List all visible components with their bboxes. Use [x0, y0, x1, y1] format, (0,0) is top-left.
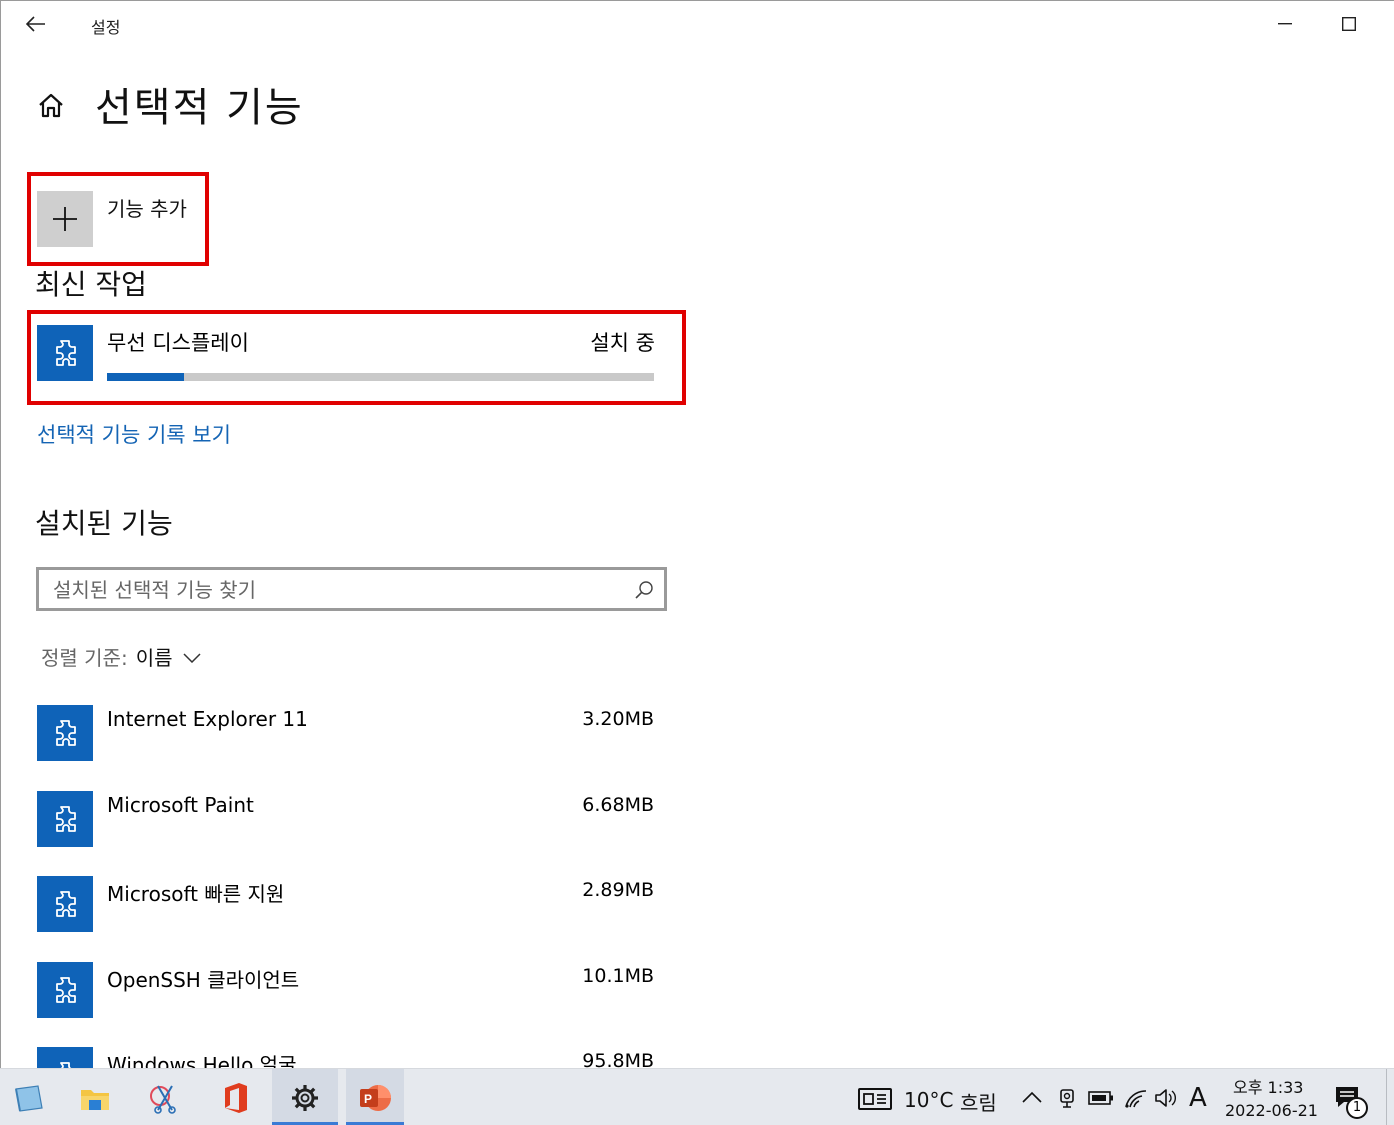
- wifi-icon[interactable]: [1124, 1087, 1148, 1109]
- feature-tile: [37, 1047, 93, 1068]
- notification-badge: 1: [1346, 1097, 1368, 1119]
- taskbar-app-file-explorer[interactable]: [66, 1069, 124, 1125]
- puzzle-icon: [56, 340, 76, 366]
- gear-icon: [292, 1084, 318, 1111]
- puzzle-icon: [56, 976, 76, 1003]
- feature-size: 6.68MB: [582, 793, 654, 816]
- feature-name: Windows Hello 얼굴: [107, 1053, 297, 1068]
- app-title: 설정: [91, 18, 121, 37]
- notification-center-button[interactable]: 1: [1334, 1083, 1370, 1119]
- weather-condition[interactable]: 흐림: [960, 1087, 997, 1116]
- feature-name: Internet Explorer 11: [107, 707, 308, 731]
- feature-name: Microsoft Paint: [107, 792, 254, 817]
- minimize-icon: [1278, 23, 1292, 25]
- plus-icon: [53, 207, 77, 231]
- feature-size: 3.20MB: [582, 708, 654, 730]
- feature-history-link[interactable]: 선택적 기능 기록 보기: [37, 419, 231, 449]
- feature-row[interactable]: Microsoft Paint 6.68MB: [37, 790, 657, 877]
- feature-size: 95.8MB: [582, 1050, 654, 1068]
- recent-item: 무선 디스플레이 설치 중: [37, 325, 657, 383]
- volume-icon[interactable]: [1154, 1087, 1178, 1109]
- puzzle-icon: [56, 891, 76, 917]
- taskbar-app-powerpoint[interactable]: P: [346, 1069, 404, 1125]
- add-feature-label: 기능 추가: [107, 197, 187, 221]
- settings-window: 설정 선택적 기능 기능 추가 최신 작업 무선 디스플레이 설치 중 선택적 …: [0, 0, 1394, 1068]
- weather-temperature[interactable]: 10°C: [904, 1088, 953, 1112]
- feature-tile: [37, 705, 93, 761]
- maximize-icon: [1342, 17, 1356, 31]
- sort-value: 이름: [135, 646, 173, 670]
- sort-label: 정렬 기준:: [41, 646, 128, 670]
- feature-tile: [37, 325, 93, 381]
- recent-item-name: 무선 디스플레이: [107, 331, 249, 355]
- office-icon: [225, 1082, 247, 1113]
- taskbar-app-settings[interactable]: [272, 1069, 338, 1125]
- taskbar-app-task-view[interactable]: [0, 1069, 58, 1125]
- title-bar: 설정: [1, 1, 1394, 47]
- window-pane-icon: [15, 1084, 43, 1112]
- feature-row[interactable]: Internet Explorer 11 3.20MB: [37, 705, 657, 791]
- recent-actions-heading: 최신 작업: [35, 268, 147, 301]
- home-icon[interactable]: [35, 89, 67, 121]
- back-arrow-icon: [26, 16, 45, 32]
- back-button[interactable]: [19, 9, 53, 39]
- chevron-up-icon[interactable]: [1022, 1091, 1042, 1103]
- feature-name: Microsoft 빠른 지원: [107, 882, 285, 906]
- news-widget-icon[interactable]: [858, 1087, 892, 1111]
- puzzle-icon: [60, 1062, 72, 1068]
- feature-row[interactable]: OpenSSH 클라이언트 10.1MB: [37, 961, 657, 1048]
- ime-indicator[interactable]: A: [1189, 1083, 1207, 1113]
- page-title: 선택적 기능: [95, 85, 304, 131]
- search-box: [36, 567, 667, 611]
- taskbar-app-snipping[interactable]: [136, 1069, 194, 1125]
- taskbar-app-office[interactable]: [206, 1069, 264, 1125]
- show-desktop-divider[interactable]: [1386, 1069, 1387, 1125]
- powerpoint-icon: P: [360, 1084, 391, 1111]
- maximize-button[interactable]: [1329, 7, 1369, 41]
- sort-dropdown[interactable]: 정렬 기준: 이름: [41, 642, 201, 671]
- recent-item-status: 설치 중: [590, 331, 655, 355]
- feature-row[interactable]: Microsoft 빠른 지원 2.89MB: [37, 876, 657, 962]
- notification-count: 1: [1352, 1100, 1362, 1115]
- minimize-button[interactable]: [1265, 7, 1305, 41]
- feature-tile: [37, 790, 93, 847]
- scissors-icon: [150, 1084, 176, 1114]
- installed-feature-list: Internet Explorer 11 3.20MB Microsoft Pa…: [37, 705, 657, 1068]
- puzzle-icon: [56, 720, 76, 746]
- battery-icon[interactable]: [1088, 1091, 1114, 1105]
- plus-tile: [37, 191, 93, 247]
- folder-icon: [81, 1089, 109, 1110]
- clock-date[interactable]: 2022-06-21: [1225, 1101, 1318, 1120]
- feature-name: OpenSSH 클라이언트: [107, 967, 300, 992]
- clock-time[interactable]: 오후 1:33: [1233, 1074, 1303, 1098]
- chevron-down-icon: [182, 652, 201, 663]
- search-input[interactable]: [53, 576, 613, 604]
- feature-tile: [37, 961, 93, 1018]
- install-progress-fill: [107, 373, 184, 381]
- install-progress-bar: [107, 373, 654, 381]
- installed-features-heading: 설치된 기능: [35, 507, 173, 540]
- taskbar: P 10°C 흐림 A 오후 1:33 2022-06-21 1: [0, 1068, 1394, 1125]
- puzzle-icon: [56, 805, 76, 832]
- add-feature-button[interactable]: 기능 추가: [37, 191, 187, 247]
- feature-row[interactable]: Windows Hello 얼굴 95.8MB: [37, 1047, 657, 1068]
- svg-text:P: P: [364, 1092, 372, 1106]
- search-icon[interactable]: [634, 580, 654, 600]
- feature-tile: [37, 876, 93, 932]
- feature-size: 10.1MB: [582, 964, 654, 987]
- meet-now-icon[interactable]: [1058, 1087, 1076, 1109]
- feature-size: 2.89MB: [582, 879, 654, 901]
